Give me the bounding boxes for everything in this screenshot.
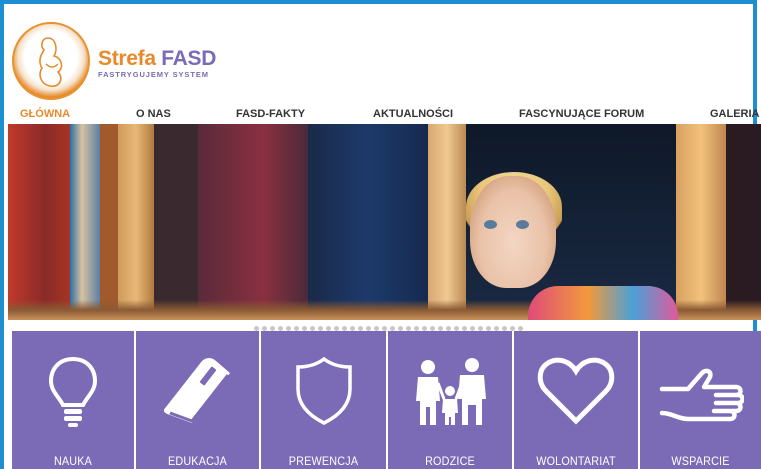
tile-wsparcie[interactable]: WSPARCIE <box>640 331 761 469</box>
nav-item-glowna[interactable]: GŁÓWNA <box>20 108 70 120</box>
nav-item-aktualnosci[interactable]: AKTUALNOŚCI <box>373 108 453 120</box>
tile-wolontariat[interactable]: WOLONTARIAT <box>514 331 638 469</box>
tile-label: WOLONTARIAT <box>536 454 616 468</box>
tile-nauka[interactable]: NAUKA <box>12 331 134 469</box>
tile-edukacja[interactable]: EDUKACJA <box>136 331 259 469</box>
category-tiles: NAUKA EDUKACJA PREWENCJA RODZICE WOLONTA… <box>12 331 761 469</box>
hero-child-eye-left <box>484 220 497 229</box>
brand-name: Strefa FASD <box>98 48 216 70</box>
logo[interactable] <box>12 22 90 100</box>
tile-label: PREWENCJA <box>288 454 359 468</box>
hero-child-face <box>470 176 556 288</box>
helping-hand-icon <box>659 368 744 422</box>
tile-label: EDUKACJA <box>167 454 228 468</box>
site-header: Strefa FASD FASTRYGUJEMY SYSTEM <box>4 4 753 104</box>
nav-item-forum[interactable]: FASCYNUJĄCE FORUM <box>519 108 644 120</box>
lightbulb-icon <box>48 356 98 427</box>
brand-tagline: FASTRYGUJEMY SYSTEM <box>98 70 209 79</box>
nav-item-galeria[interactable]: GALERIA <box>710 108 760 120</box>
pregnant-woman-logo-icon <box>39 37 63 88</box>
brand-name-part1: Strefa <box>98 47 156 70</box>
tile-label: NAUKA <box>53 454 93 468</box>
tile-prewencja[interactable]: PREWENCJA <box>261 331 386 469</box>
family-icon <box>416 358 486 425</box>
book-icon <box>163 358 230 423</box>
hero-image <box>8 124 761 320</box>
hero-child-eye-right <box>516 220 529 229</box>
brand[interactable]: Strefa FASD FASTRYGUJEMY SYSTEM <box>98 48 216 80</box>
tile-label: WSPARCIE <box>671 454 730 468</box>
tile-label: RODZICE <box>425 454 475 468</box>
tile-rodzice[interactable]: RODZICE <box>388 331 512 469</box>
main-nav: GŁÓWNA O NAS FASD-FAKTY AKTUALNOŚCI FASC… <box>4 104 761 123</box>
nav-item-o-nas[interactable]: O NAS <box>136 108 171 120</box>
hero-child-shirt <box>528 286 678 320</box>
brand-name-part2: FASD <box>161 47 217 70</box>
nav-item-fasd-fakty[interactable]: FASD-FAKTY <box>236 108 305 120</box>
shield-icon <box>295 356 352 425</box>
heart-icon <box>537 357 615 425</box>
